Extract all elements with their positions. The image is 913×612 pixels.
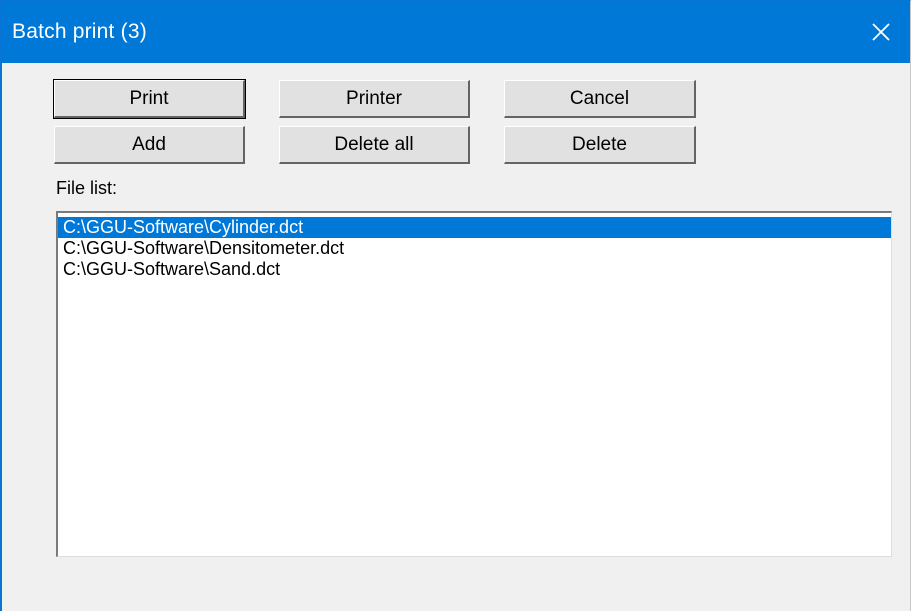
file-list[interactable]: C:\GGU-Software\Cylinder.dct C:\GGU-Soft… <box>56 211 892 557</box>
delete-button[interactable]: Delete <box>504 126 696 164</box>
list-item[interactable]: C:\GGU-Software\Cylinder.dct <box>58 217 891 238</box>
add-button[interactable]: Add <box>54 126 245 164</box>
list-item[interactable]: C:\GGU-Software\Densitometer.dct <box>58 238 891 259</box>
cancel-button[interactable]: Cancel <box>504 80 696 118</box>
file-list-label: File list: <box>56 178 118 198</box>
delete-all-button[interactable]: Delete all <box>279 126 470 164</box>
title-bar[interactable]: Batch print (3) <box>2 1 910 63</box>
dialog-title: Batch print (3) <box>12 20 147 43</box>
list-item[interactable]: C:\GGU-Software\Sand.dct <box>58 259 891 280</box>
printer-button[interactable]: Printer <box>279 80 470 118</box>
close-icon <box>871 22 891 42</box>
batch-print-dialog: Batch print (3) Print Printer Cancel Add… <box>0 0 911 611</box>
print-button[interactable]: Print <box>53 79 246 119</box>
close-button[interactable] <box>852 1 910 63</box>
